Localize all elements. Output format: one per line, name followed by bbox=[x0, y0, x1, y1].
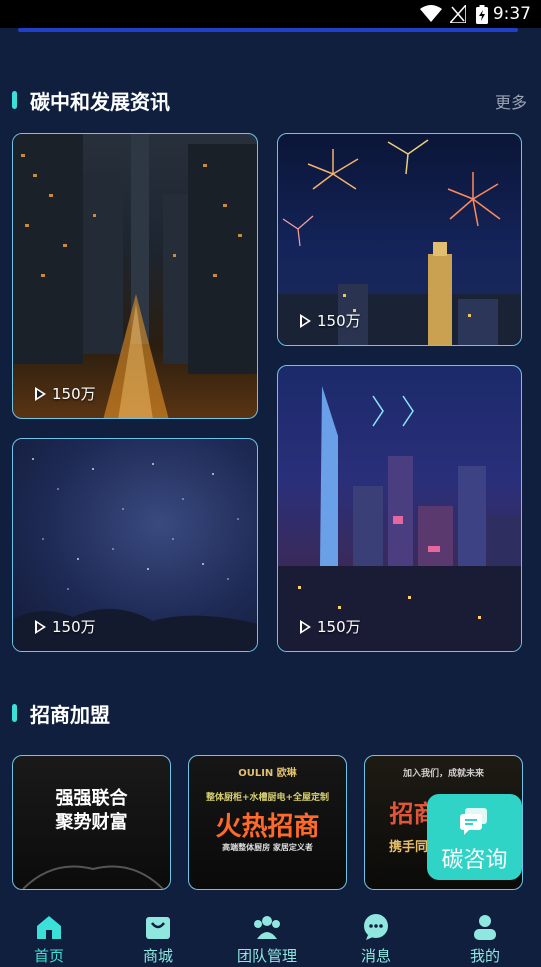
view-count-text: 150万 bbox=[52, 385, 96, 403]
news-card-city-skyline[interactable]: 150万 bbox=[277, 365, 522, 652]
tab-shop[interactable]: 商城 bbox=[113, 897, 203, 967]
banner-slogan: 整体厨柜+水槽厨电+全屋定制 bbox=[205, 793, 330, 803]
profile-icon bbox=[474, 915, 496, 940]
tab-label: 首页 bbox=[33, 947, 64, 965]
banner-headline: 火热招商 bbox=[215, 812, 320, 842]
wifi-icon bbox=[420, 5, 442, 22]
join-section-title: 招商加盟 bbox=[30, 703, 110, 727]
tab-home[interactable]: 首页 bbox=[4, 897, 94, 967]
brand-logo: OULIN 欧琳 bbox=[238, 768, 297, 779]
join-section-header: 招商加盟 bbox=[12, 699, 527, 729]
view-count-text: 150万 bbox=[317, 312, 361, 330]
view-count-text: 150万 bbox=[317, 618, 361, 636]
battery-charging-icon bbox=[476, 5, 488, 24]
city-street-image bbox=[13, 134, 257, 418]
play-icon bbox=[300, 619, 311, 634]
message-icon bbox=[364, 914, 388, 940]
view-count: 150万 bbox=[300, 616, 361, 637]
news-card-fireworks[interactable]: 150万 bbox=[277, 133, 522, 346]
clock: 9:37 bbox=[492, 4, 531, 24]
play-icon bbox=[35, 386, 46, 401]
tab-label: 消息 bbox=[360, 947, 391, 965]
news-card-starry-sky[interactable]: 150万 bbox=[12, 438, 258, 652]
banner-line-1: 强强联合 bbox=[55, 788, 128, 809]
tab-label: 商城 bbox=[142, 947, 173, 965]
shop-bag-icon bbox=[146, 917, 170, 939]
play-icon bbox=[35, 619, 46, 634]
banner-top-text: 加入我们，成就未来 bbox=[402, 769, 484, 779]
play-icon bbox=[300, 313, 311, 328]
banner-line-2: 聚势财富 bbox=[55, 812, 128, 833]
view-count: 150万 bbox=[35, 383, 96, 404]
team-icon bbox=[254, 916, 280, 939]
tab-label: 团队管理 bbox=[236, 947, 297, 965]
status-bar: 9:37 bbox=[0, 0, 541, 28]
tab-label: 我的 bbox=[469, 947, 500, 965]
view-count: 150万 bbox=[300, 310, 361, 331]
news-section-header: 碳中和发展资讯 更多 bbox=[12, 86, 527, 116]
chat-bubble-icon bbox=[460, 808, 487, 835]
join-banner-alliance[interactable]: 强强联合 聚势财富 bbox=[12, 755, 171, 890]
section-accent-bar bbox=[12, 704, 17, 722]
view-count-text: 150万 bbox=[52, 618, 96, 636]
city-skyline-image bbox=[278, 386, 521, 651]
handshake-graphic bbox=[22, 865, 164, 889]
section-accent-bar bbox=[12, 91, 17, 109]
home-icon bbox=[37, 916, 61, 939]
signal-icon bbox=[450, 5, 466, 23]
carbon-consult-button[interactable]: 碳咨询 bbox=[427, 794, 522, 880]
more-link[interactable]: 更多 bbox=[495, 89, 527, 113]
news-card-city-street[interactable]: 150万 bbox=[12, 133, 258, 419]
view-count: 150万 bbox=[35, 616, 96, 637]
banner-sub: 高端整体厨房 家居定义者 bbox=[222, 843, 313, 852]
consult-label: 碳咨询 bbox=[441, 848, 508, 873]
top-divider bbox=[18, 28, 518, 32]
tab-profile[interactable]: 我的 bbox=[440, 897, 530, 967]
join-banner-oulin[interactable]: OULIN 欧琳 整体厨柜+水槽厨电+全屋定制 火热招商 高端整体厨房 家居定义… bbox=[188, 755, 347, 890]
tab-team[interactable]: 团队管理 bbox=[222, 897, 312, 967]
news-section-title: 碳中和发展资讯 bbox=[30, 90, 170, 114]
tab-messages[interactable]: 消息 bbox=[331, 897, 421, 967]
bottom-tab-bar: 首页 商城 团队管理 消息 我的 bbox=[0, 897, 541, 967]
